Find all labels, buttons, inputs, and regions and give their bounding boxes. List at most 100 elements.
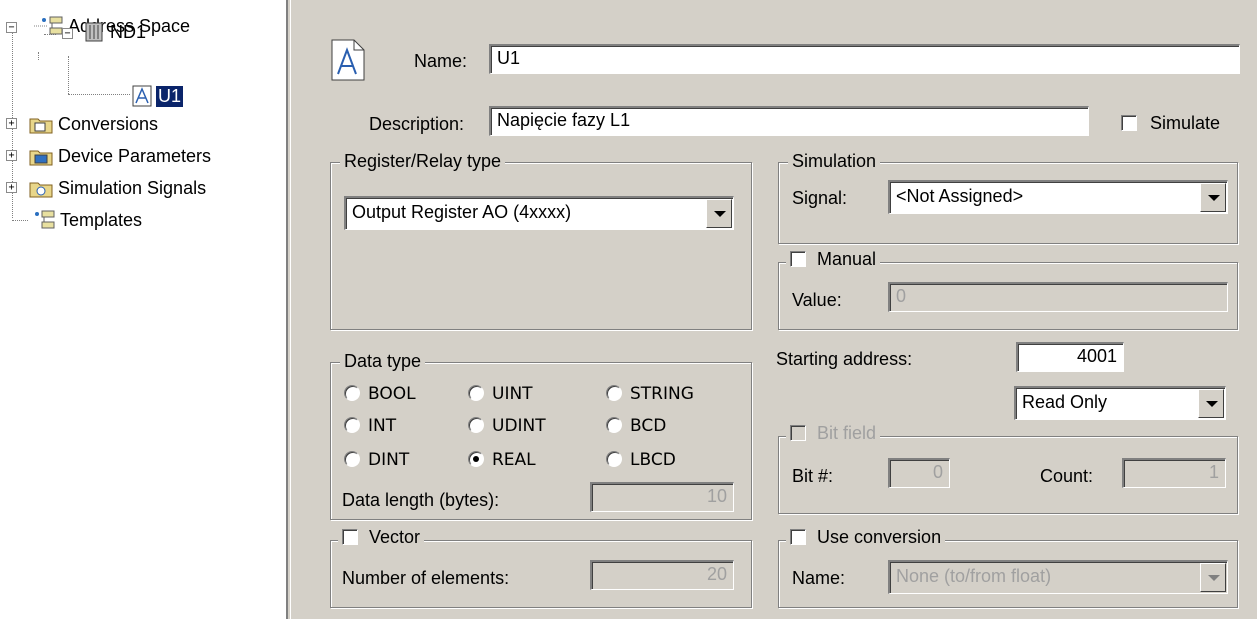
radio-int-label: INT — [368, 416, 397, 436]
chevron-down-icon[interactable] — [1198, 389, 1224, 418]
value-label: Value: — [792, 290, 842, 310]
manual-checkbox-box[interactable] — [790, 251, 806, 267]
vector-checkbox[interactable]: Vector — [338, 527, 425, 548]
starting-address-label: Starting address: — [776, 349, 913, 369]
radio-udint[interactable]: UDINT — [468, 416, 546, 436]
folder-icon — [29, 118, 53, 134]
description-label: Description: — [369, 114, 465, 134]
chevron-down-icon[interactable] — [706, 199, 732, 228]
access-select[interactable]: Read Only — [1014, 386, 1226, 420]
tree-item-simulation-signals[interactable]: Simulation Signals — [26, 176, 208, 200]
bit-field-title: Bit field — [817, 423, 877, 443]
tree-item-device-parameters[interactable]: Device Parameters — [26, 144, 213, 168]
tree-item-conversions[interactable]: Conversions — [26, 112, 160, 136]
expand-toggle-device-parameters[interactable]: + — [6, 150, 17, 161]
radio-bool-label: BOOL — [368, 384, 416, 404]
tag-large-icon — [331, 39, 365, 81]
radio-bool-dot[interactable] — [344, 385, 360, 401]
tag-properties-panel: Name: U1 Description: Napięcie fazy L1 S… — [300, 0, 1257, 619]
pane-splitter[interactable] — [290, 0, 298, 619]
chevron-down-icon[interactable] — [1200, 183, 1226, 212]
tree-item-u1[interactable]: U1 — [130, 84, 185, 108]
vector-checkbox-box[interactable] — [342, 529, 358, 545]
signal-select[interactable]: <Not Assigned> — [888, 180, 1228, 214]
use-conversion-checkbox-box[interactable] — [790, 529, 806, 545]
manual-title: Manual — [817, 249, 877, 269]
tree-label: Device Parameters — [58, 145, 212, 166]
tree-label: U1 — [154, 84, 185, 108]
starting-address-field[interactable]: 4001 — [1016, 342, 1124, 372]
tree-label: Templates — [60, 209, 143, 230]
collapse-toggle-nd1[interactable]: − — [62, 28, 73, 39]
tree-line — [68, 56, 69, 94]
tree-label: ND1 — [110, 21, 147, 42]
signal-value: <Not Assigned> — [896, 186, 1024, 206]
vector-title: Vector — [369, 527, 421, 547]
expand-toggle-conversions[interactable]: + — [6, 118, 17, 129]
expand-toggle-simulation-signals[interactable]: + — [6, 182, 17, 193]
radio-udint-dot[interactable] — [468, 417, 484, 433]
radio-real-dot[interactable] — [468, 451, 484, 467]
radio-real[interactable]: REAL — [468, 450, 536, 470]
radio-udint-label: UDINT — [492, 416, 546, 436]
use-conversion-checkbox[interactable]: Use conversion — [786, 527, 946, 548]
tree-item-templates[interactable]: Templates — [32, 208, 144, 232]
radio-string-label: STRING — [630, 384, 694, 404]
conversion-name-label: Name: — [792, 568, 846, 588]
collapse-toggle-address-space[interactable]: − — [6, 22, 17, 33]
tree-line — [38, 52, 39, 60]
count-field[interactable]: 1 — [1122, 458, 1226, 488]
radio-string-dot[interactable] — [606, 385, 622, 401]
radio-int[interactable]: INT — [344, 416, 396, 436]
radio-uint-label: UINT — [492, 384, 533, 404]
simulate-label: Simulate — [1150, 113, 1221, 133]
radio-uint[interactable]: UINT — [468, 384, 533, 404]
tree-item-nd1[interactable]: ND1 — [82, 20, 148, 44]
conversion-value: None (to/from float) — [896, 566, 1052, 586]
bit-field-checkbox[interactable]: Bit field — [786, 423, 881, 444]
address-space-tree[interactable]: − Address Space − ND1 U1 + Conversions +… — [0, 0, 288, 619]
radio-dint-dot[interactable] — [344, 451, 360, 467]
device-icon — [85, 22, 103, 42]
radio-dint[interactable]: DINT — [344, 450, 409, 470]
count-label: Count: — [1040, 466, 1094, 486]
access-value: Read Only — [1022, 392, 1108, 412]
radio-dint-label: DINT — [368, 450, 410, 470]
register-type-select[interactable]: Output Register AO (4xxxx) — [344, 196, 734, 230]
bit-number-label: Bit #: — [792, 466, 834, 486]
description-field[interactable]: Napięcie fazy L1 — [489, 106, 1089, 136]
radio-lbcd-label: LBCD — [630, 450, 676, 470]
data-length-label: Data length (bytes): — [342, 490, 500, 510]
elements-field[interactable]: 20 — [590, 560, 734, 590]
radio-bool[interactable]: BOOL — [344, 384, 416, 404]
data-type-title: Data type — [340, 351, 426, 372]
radio-uint-dot[interactable] — [468, 385, 484, 401]
radio-lbcd-dot[interactable] — [606, 451, 622, 467]
simulation-title: Simulation — [788, 151, 881, 172]
manual-checkbox[interactable]: Manual — [786, 249, 881, 270]
name-field[interactable]: U1 — [489, 44, 1240, 74]
simulate-checkbox-box[interactable] — [1121, 115, 1137, 131]
use-conversion-title: Use conversion — [817, 527, 942, 547]
register-type-title: Register/Relay type — [340, 151, 506, 172]
tree-label: Conversions — [58, 113, 159, 134]
tag-icon — [132, 85, 152, 107]
radio-int-dot[interactable] — [344, 417, 360, 433]
simulate-checkbox[interactable]: Simulate — [1121, 113, 1220, 134]
conversion-select[interactable]: None (to/from float) — [888, 560, 1228, 594]
manual-value-field[interactable]: 0 — [888, 282, 1228, 312]
bit-number-field[interactable]: 0 — [888, 458, 950, 488]
signal-label: Signal: — [792, 188, 848, 208]
elements-label: Number of elements: — [342, 568, 510, 588]
radio-lbcd[interactable]: LBCD — [606, 450, 676, 470]
radio-string[interactable]: STRING — [606, 384, 694, 404]
tree-line — [12, 220, 28, 221]
radio-bcd[interactable]: BCD — [606, 416, 666, 436]
tree-branch-icon — [34, 16, 63, 35]
radio-bcd-dot[interactable] — [606, 417, 622, 433]
register-type-value: Output Register AO (4xxxx) — [352, 202, 572, 222]
bit-field-checkbox-box[interactable] — [790, 425, 806, 441]
folder-icon — [29, 182, 53, 198]
chevron-down-icon[interactable] — [1200, 563, 1226, 592]
data-length-field[interactable]: 10 — [590, 482, 734, 512]
